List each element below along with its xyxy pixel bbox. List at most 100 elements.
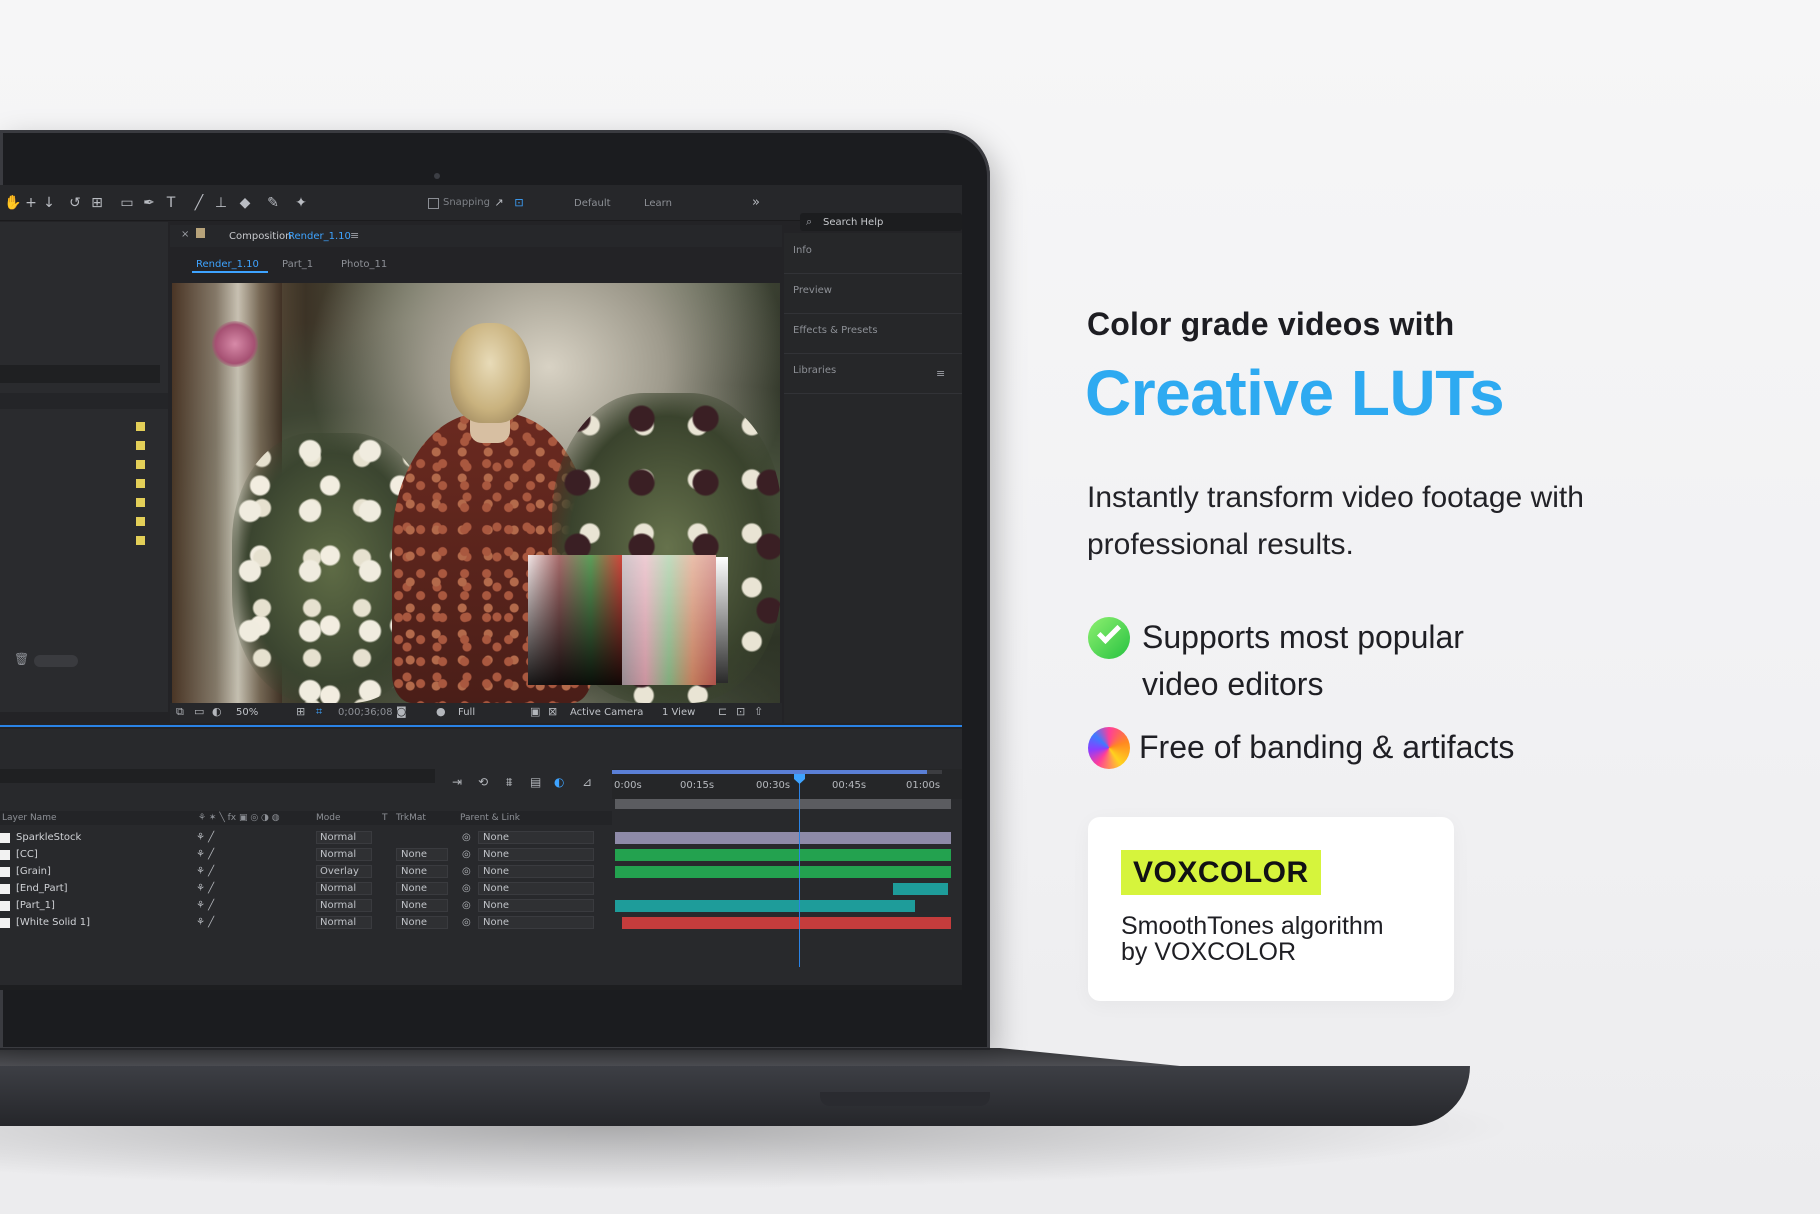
layer-trkmat-select[interactable]: None [396,865,448,878]
composition-viewer[interactable] [172,283,780,703]
workspace-learn[interactable]: Learn [644,198,672,209]
zoom-tool-icon[interactable]: + [22,194,40,212]
preview-options-icon[interactable]: ⧉ [176,705,184,719]
comp-flowchart-icon[interactable]: ⇥ [452,775,462,789]
layer-name[interactable]: [Part_1] [16,900,55,911]
layer-mode-select[interactable]: Normal [316,831,372,844]
motion-blur-icon[interactable]: ◐ [554,775,564,789]
panel-menu-icon[interactable]: ≡ [350,229,359,242]
close-icon[interactable]: × [181,229,189,240]
camera-select[interactable]: Active Camera [570,707,643,718]
panel-libraries[interactable]: Libraries [793,365,836,376]
layer-parent-select[interactable]: None [478,831,594,844]
col-trkmat[interactable]: TrkMat [396,813,426,823]
layer-switches-icon[interactable]: ⚘ ╱ [196,832,214,843]
brush-tool-icon[interactable]: ╱ [190,194,208,212]
layer-visibility-toggle[interactable] [0,918,10,928]
layer-track-bar[interactable] [622,917,951,929]
panel-menu-icon[interactable]: ≡ [936,367,945,380]
breadcrumb-photo[interactable]: Photo_11 [341,259,387,270]
work-area-range[interactable] [612,770,927,774]
layer-track-bar[interactable] [893,883,948,895]
draft-3d-icon[interactable]: ⟲ [478,775,488,789]
pickwhip-icon[interactable]: ◎ [462,849,471,860]
col-parent-link[interactable]: Parent & Link [460,813,520,823]
zoom-level-select[interactable]: 50% [236,707,258,718]
col-mode[interactable]: Mode [316,813,341,823]
resolution-select[interactable]: Full [458,707,475,718]
reset-exposure-icon[interactable]: ⊡ [736,705,745,718]
hand-tool-icon[interactable]: ✋ [4,194,22,212]
col-layer-name[interactable]: Layer Name [2,813,57,823]
breadcrumb-render[interactable]: Render_1.10 [196,259,259,270]
grid-snap-icon[interactable]: ⊡ [510,194,528,212]
pickwhip-icon[interactable]: ◎ [462,917,471,928]
eraser-tool-icon[interactable]: ◆ [236,194,254,212]
layer-mode-select[interactable]: Normal [316,882,372,895]
layer-trkmat-select[interactable]: None [396,916,448,929]
rotate-tool-icon[interactable]: ↺ [66,194,84,212]
toggle-pixel-icon[interactable]: ⊏ [718,705,727,718]
snapping-checkbox[interactable] [428,198,439,209]
layer-parent-select[interactable]: None [478,865,594,878]
mask-icon[interactable]: ◐ [212,705,222,718]
panel-preview[interactable]: Preview [793,285,832,296]
layer-visibility-toggle[interactable] [0,850,10,860]
layer-parent-select[interactable]: None [478,899,594,912]
transparency-grid-icon[interactable]: ▣ [530,705,540,718]
layer-switches-icon[interactable]: ⚘ ╱ [196,849,214,860]
pin-tool-icon[interactable]: ✦ [292,194,310,212]
layer-switches-icon[interactable]: ⚘ ╱ [196,900,214,911]
layer-track-bar[interactable] [615,900,915,912]
timeline-search-input[interactable] [0,769,435,783]
shy-layers-icon[interactable]: ⩩ [506,775,512,790]
pickwhip-icon[interactable]: ◎ [462,900,471,911]
pickwhip-icon[interactable]: ◎ [462,832,471,843]
layer-mode-select[interactable]: Normal [316,899,372,912]
breadcrumb-part[interactable]: Part_1 [282,259,313,270]
camera-tool-icon[interactable]: ⊞ [88,194,106,212]
text-tool-icon[interactable]: T [162,194,180,212]
graph-editor-icon[interactable]: ⊿ [582,775,592,789]
layer-name[interactable]: [CC] [16,849,38,860]
layer-name[interactable]: [White Solid 1] [16,917,90,928]
layer-trkmat-select[interactable]: None [396,848,448,861]
layer-parent-select[interactable]: None [478,882,594,895]
lock-icon[interactable] [196,228,205,238]
layer-mode-select[interactable]: Normal [316,916,372,929]
snapshot-camera-icon[interactable]: ◙ [396,705,407,718]
panel-info[interactable]: Info [793,245,812,256]
pickwhip-icon[interactable]: ◎ [462,883,471,894]
project-scrollbar[interactable] [34,655,78,667]
layer-trkmat-select[interactable]: None [396,899,448,912]
layer-parent-select[interactable]: None [478,848,594,861]
workspace-default[interactable]: Default [574,198,611,209]
col-t[interactable]: T [382,813,388,823]
pickwhip-icon[interactable]: ◎ [462,866,471,877]
layer-switches-icon[interactable]: ⚘ ╱ [196,917,214,928]
timecode-display[interactable]: 0;00;36;08 [338,707,393,718]
layer-visibility-toggle[interactable] [0,884,10,894]
layer-switches-icon[interactable]: ⚘ ╱ [196,866,214,877]
layer-visibility-toggle[interactable] [0,867,10,877]
layer-name[interactable]: [Grain] [16,866,51,877]
layer-trkmat-select[interactable]: None [396,882,448,895]
stamp-tool-icon[interactable]: ⊥ [212,194,230,212]
layer-visibility-toggle[interactable] [0,901,10,911]
layer-switches-icon[interactable]: ⚘ ╱ [196,883,214,894]
panel-effects-presets[interactable]: Effects & Presets [793,325,878,336]
project-search-field[interactable] [0,365,160,383]
roto-tool-icon[interactable]: ✎ [264,194,282,212]
fit-icon[interactable]: ⊞ [296,705,305,718]
snap-options-icon[interactable]: ↗ [490,194,508,212]
layer-mode-select[interactable]: Normal [316,848,372,861]
region-icon[interactable]: ⌗ [316,705,322,719]
workspace-more-icon[interactable]: » [752,195,760,210]
layer-name[interactable]: SparkleStock [16,832,81,843]
trash-icon[interactable]: 🗑 [14,652,29,666]
view-layout-select[interactable]: 1 View [662,707,695,718]
frame-blend-icon[interactable]: ▤ [530,775,541,789]
layer-track-bar[interactable] [615,832,951,844]
layer-track-bar[interactable] [615,866,951,878]
color-channel-icon[interactable]: ● [436,705,446,718]
